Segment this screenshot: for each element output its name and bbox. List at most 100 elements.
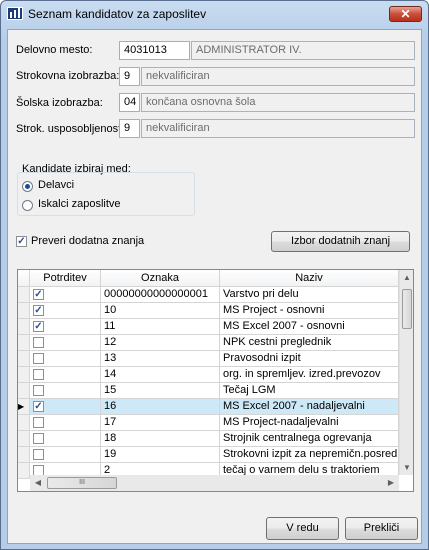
table-row[interactable]: ✓ 10 MS Project - osnovni <box>18 303 399 319</box>
horizontal-scroll-thumb[interactable]: III <box>47 477 117 489</box>
delovno-mesto-name-field: ADMINISTRATOR IV. <box>191 41 415 60</box>
potrditev-checkbox[interactable] <box>33 369 44 380</box>
scroll-down-icon[interactable]: ▼ <box>400 463 413 472</box>
potrditev-cell[interactable] <box>30 367 101 383</box>
oznaka-cell[interactable]: 17 <box>101 415 220 431</box>
potrditev-checkbox[interactable]: ✓ <box>33 289 44 300</box>
radio-delavci-label[interactable]: Delavci <box>38 179 74 191</box>
row-header[interactable] <box>18 447 30 463</box>
naziv-cell[interactable]: Varstvo pri delu <box>220 287 399 303</box>
table-row[interactable]: 14 org. in spremljev. izred.prevozov <box>18 367 399 383</box>
table-row[interactable]: 12 NPK cestni preglednik <box>18 335 399 351</box>
oznaka-cell[interactable]: 19 <box>101 447 220 463</box>
potrditev-checkbox[interactable]: ✓ <box>33 305 44 316</box>
potrditev-checkbox[interactable] <box>33 385 44 396</box>
radio-iskalci-label[interactable]: Iskalci zaposlitve <box>38 198 121 210</box>
title-bar[interactable]: Seznam kandidatov za zaposlitev ✕ <box>1 1 428 27</box>
oznaka-cell[interactable]: 16 <box>101 399 220 415</box>
ok-button[interactable]: V redu <box>266 517 339 540</box>
potrditev-cell[interactable]: ✓ <box>30 303 101 319</box>
knowledge-grid: Potrditev Oznaka Naziv ✓ 0000000000000000… <box>17 269 414 492</box>
potrditev-cell[interactable]: ✓ <box>30 287 101 303</box>
table-row[interactable]: 18 Strojnik centralnega ogrevanja <box>18 431 399 447</box>
oznaka-cell[interactable]: 10 <box>101 303 220 319</box>
table-row[interactable]: ✓ 00000000000000001 Varstvo pri delu <box>18 287 399 303</box>
potrditev-cell[interactable] <box>30 383 101 399</box>
row-header[interactable]: ▶ <box>18 399 30 415</box>
row-header[interactable] <box>18 431 30 447</box>
potrditev-cell[interactable] <box>30 431 101 447</box>
solska-izobrazba-label: Šolska izobrazba: <box>16 97 103 109</box>
row-header[interactable] <box>18 351 30 367</box>
scroll-right-icon[interactable]: ▶ <box>386 478 396 487</box>
oznaka-cell[interactable]: 15 <box>101 383 220 399</box>
strokovna-izobrazba-code-input[interactable]: 9 <box>119 67 140 86</box>
potrditev-cell[interactable]: ✓ <box>30 319 101 335</box>
vertical-scroll-thumb[interactable] <box>402 289 412 329</box>
potrditev-checkbox[interactable]: ✓ <box>33 321 44 332</box>
scroll-up-icon[interactable]: ▲ <box>400 273 413 282</box>
usposobljenost-code-input[interactable]: 9 <box>119 119 140 138</box>
potrditev-checkbox[interactable] <box>33 449 44 460</box>
potrditev-cell[interactable] <box>30 447 101 463</box>
potrditev-cell[interactable] <box>30 335 101 351</box>
usposobljenost-name-field: nekvalificiran <box>141 119 415 138</box>
izbor-dodatnih-znanj-button[interactable]: Izbor dodatnih znanj <box>271 231 410 252</box>
oznaka-cell[interactable]: 00000000000000001 <box>101 287 220 303</box>
naziv-cell[interactable]: Pravosodni izpit <box>220 351 399 367</box>
column-header-oznaka[interactable]: Oznaka <box>101 270 220 287</box>
table-row[interactable]: 15 Tečaj LGM <box>18 383 399 399</box>
preveri-znanja-label[interactable]: Preveri dodatna znanja <box>31 235 144 247</box>
horizontal-scrollbar[interactable]: ◀ III ▶ <box>30 475 399 491</box>
potrditev-checkbox[interactable] <box>33 417 44 428</box>
naziv-cell[interactable]: MS Excel 2007 - osnovni <box>220 319 399 335</box>
naziv-cell[interactable]: Strojnik centralnega ogrevanja <box>220 431 399 447</box>
table-row[interactable]: 17 MS Project-nadaljevalni <box>18 415 399 431</box>
potrditev-checkbox[interactable]: ✓ <box>33 401 44 412</box>
oznaka-cell[interactable]: 14 <box>101 367 220 383</box>
radio-iskalci[interactable] <box>22 200 33 211</box>
table-row[interactable]: ▶ ✓ 16 MS Excel 2007 - nadaljevalni <box>18 399 399 415</box>
row-header[interactable] <box>18 383 30 399</box>
preveri-znanja-checkbox[interactable]: ✓ <box>16 236 27 247</box>
potrditev-checkbox[interactable] <box>33 433 44 444</box>
potrditev-checkbox[interactable] <box>33 353 44 364</box>
oznaka-cell[interactable]: 12 <box>101 335 220 351</box>
potrditev-cell[interactable]: ✓ <box>30 399 101 415</box>
potrditev-cell[interactable] <box>30 351 101 367</box>
row-header[interactable] <box>18 287 30 303</box>
table-row[interactable]: 19 Strokovni izpit za nepremičn.posredn <box>18 447 399 463</box>
scroll-left-icon[interactable]: ◀ <box>33 478 43 487</box>
dialog-body: Delovno mesto: 4031013 ADMINISTRATOR IV.… <box>7 29 422 544</box>
strokovna-izobrazba-name-field: nekvalificiran <box>141 67 415 86</box>
potrditev-checkbox[interactable] <box>33 337 44 348</box>
vertical-scrollbar[interactable]: ▲ ▼ <box>399 270 413 475</box>
naziv-cell[interactable]: MS Project - osnovni <box>220 303 399 319</box>
row-header[interactable] <box>18 463 30 479</box>
naziv-cell[interactable]: org. in spremljev. izred.prevozov <box>220 367 399 383</box>
delovno-mesto-code-input[interactable]: 4031013 <box>119 41 190 60</box>
table-row[interactable]: ✓ 11 MS Excel 2007 - osnovni <box>18 319 399 335</box>
oznaka-cell[interactable]: 18 <box>101 431 220 447</box>
oznaka-cell[interactable]: 13 <box>101 351 220 367</box>
grid-corner <box>18 270 30 287</box>
cancel-button[interactable]: Prekliči <box>345 517 418 540</box>
row-header[interactable] <box>18 415 30 431</box>
naziv-cell[interactable]: NPK cestni preglednik <box>220 335 399 351</box>
close-button[interactable]: ✕ <box>389 6 422 22</box>
table-row[interactable]: 13 Pravosodni izpit <box>18 351 399 367</box>
potrditev-cell[interactable] <box>30 415 101 431</box>
row-header[interactable] <box>18 303 30 319</box>
solska-izobrazba-code-input[interactable]: 04 <box>119 93 140 112</box>
row-header[interactable] <box>18 367 30 383</box>
row-header[interactable] <box>18 335 30 351</box>
row-header[interactable] <box>18 319 30 335</box>
naziv-cell[interactable]: Tečaj LGM <box>220 383 399 399</box>
oznaka-cell[interactable]: 11 <box>101 319 220 335</box>
naziv-cell[interactable]: Strokovni izpit za nepremičn.posredn <box>220 447 399 463</box>
column-header-naziv[interactable]: Naziv <box>220 270 399 287</box>
column-header-potrditev[interactable]: Potrditev <box>30 270 101 287</box>
radio-delavci[interactable] <box>22 181 33 192</box>
naziv-cell[interactable]: MS Project-nadaljevalni <box>220 415 399 431</box>
naziv-cell[interactable]: MS Excel 2007 - nadaljevalni <box>220 399 399 415</box>
